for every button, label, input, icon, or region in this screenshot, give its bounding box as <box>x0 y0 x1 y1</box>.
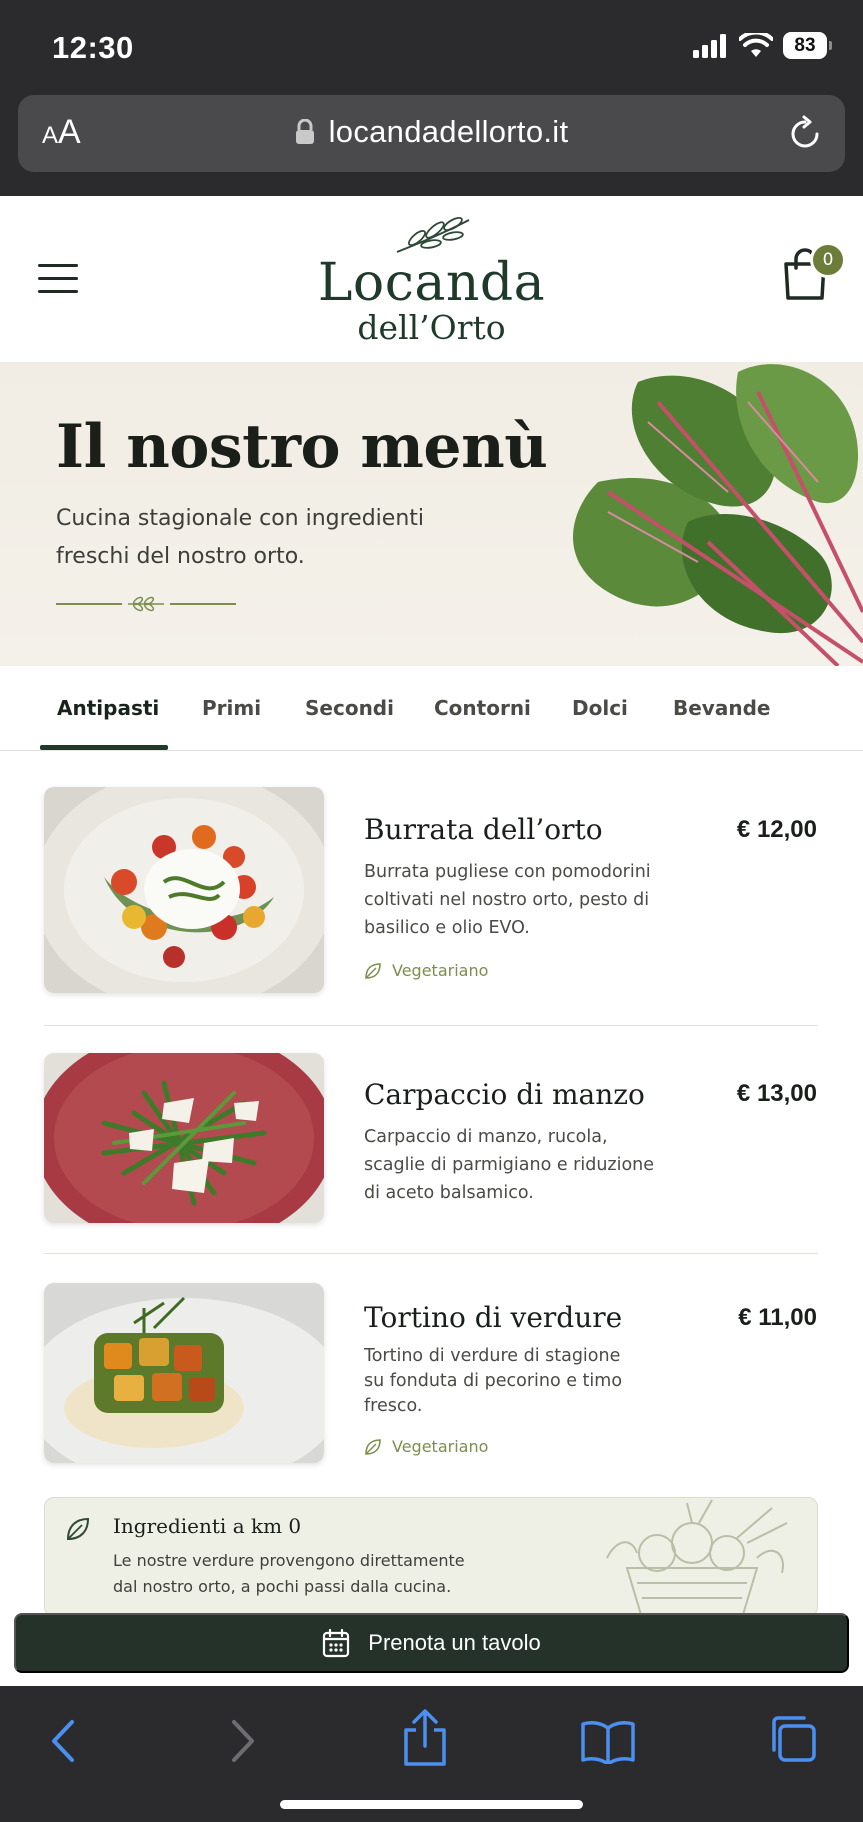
leaf-icon <box>365 1438 381 1455</box>
status-icons: 83 <box>693 32 832 59</box>
tabs-icon[interactable] <box>768 1714 818 1764</box>
tab-bevande[interactable]: Bevande <box>673 696 770 720</box>
info-text: Le nostre verdure provengono direttament… <box>113 1551 465 1596</box>
dish-name: Tortino di verdure <box>364 1301 623 1334</box>
calendar-icon <box>323 1628 350 1658</box>
item-divider <box>44 1253 818 1254</box>
item-divider <box>44 1025 818 1026</box>
status-time: 12:30 <box>52 30 134 65</box>
reload-icon[interactable] <box>787 114 823 152</box>
tab-dolci[interactable]: Dolci <box>572 696 628 720</box>
browser-address-area: AA locandadellorto.it <box>0 95 863 196</box>
carpaccio-photo <box>44 1053 324 1223</box>
tab-secondi[interactable]: Secondi <box>305 696 394 720</box>
status-bar: 12:30 83 <box>0 0 863 95</box>
burrata-photo <box>44 787 324 993</box>
tab-antipasti[interactable]: Antipasti <box>57 696 159 720</box>
page-title: Il nostro menù <box>56 412 548 482</box>
dish-price: € 11,00 <box>738 1304 817 1331</box>
leaf-icon <box>365 962 381 979</box>
km0-info-banner: Ingredienti a km 0 Le nostre verdure pro… <box>44 1497 818 1617</box>
dish-price: € 13,00 <box>736 1080 817 1107</box>
category-tabs: Antipasti Primi Secondi Contorni Dolci B… <box>0 666 863 751</box>
info-title: Ingredienti a km 0 <box>113 1514 302 1538</box>
logo-title: Locanda <box>317 253 546 313</box>
site-logo[interactable]: Locanda dell’Orto <box>0 214 863 346</box>
dish-price: € 12,00 <box>736 816 817 843</box>
tab-contorni[interactable]: Contorni <box>434 696 531 720</box>
lock-icon <box>295 119 314 144</box>
share-icon[interactable] <box>400 1708 450 1768</box>
leaf-divider-icon <box>56 596 236 612</box>
url-text: locandadellorto.it <box>328 114 569 149</box>
wifi-icon <box>739 32 773 57</box>
dish-description: Burrata pugliese con pomodorini coltivat… <box>364 862 651 938</box>
tag-label: Vegetariano <box>392 1437 489 1456</box>
tag-label: Vegetariano <box>392 961 489 980</box>
home-indicator <box>280 1800 583 1809</box>
tab-primi[interactable]: Primi <box>202 696 261 720</box>
reserve-table-button[interactable]: Prenota un tavolo <box>14 1613 849 1673</box>
vegetarian-tag: Vegetariano <box>364 961 488 980</box>
hero-subtitle: Cucina stagionale con ingredienti fresch… <box>56 506 425 569</box>
site-header: Locanda dell’Orto 0 <box>0 196 863 362</box>
vegetable-basket-illustration <box>606 1499 788 1616</box>
active-tab-indicator <box>40 745 168 750</box>
forward-icon[interactable] <box>226 1716 260 1766</box>
reserve-button-label: Prenota un tavolo <box>368 1630 541 1655</box>
swiss-chard-image <box>573 364 863 666</box>
logo-subtitle: dell’Orto <box>357 308 506 347</box>
leaf-icon <box>66 1517 90 1541</box>
browser-toolbar <box>0 1686 863 1822</box>
battery-indicator: 83 <box>783 32 832 59</box>
bookmarks-icon[interactable] <box>580 1718 636 1764</box>
dish-description: Carpaccio di manzo, rucola, scaglie di p… <box>364 1127 655 1203</box>
back-icon[interactable] <box>46 1716 80 1766</box>
olive-branch-icon <box>396 217 469 253</box>
vegetarian-tag: Vegetariano <box>364 1437 488 1456</box>
signal-icon <box>693 33 726 58</box>
dish-name: Carpaccio di manzo <box>364 1078 645 1111</box>
dish-description: Tortino di verdure di stagione su fondut… <box>364 1346 623 1416</box>
menu-hero: Il nostro menù Cucina stagionale con ing… <box>0 362 863 666</box>
dish-name: Burrata dell’orto <box>364 813 603 846</box>
tortino-photo <box>44 1283 324 1463</box>
address-bar[interactable]: AA locandadellorto.it <box>18 95 845 172</box>
cart-count-badge: 0 <box>810 242 846 278</box>
